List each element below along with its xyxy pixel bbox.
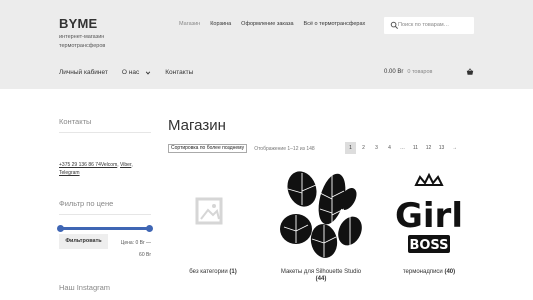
- sort-select[interactable]: Сортировка по более позднему: [168, 144, 248, 153]
- category-count: (44): [315, 276, 327, 282]
- price-range-line2: 60 Br: [139, 252, 151, 258]
- nav-item-account[interactable]: Личный кабинет: [59, 69, 108, 76]
- category-card-silhouette[interactable]: Макеты для Silhouette Studio (44): [276, 169, 366, 283]
- nav-item-about-label: О нас: [121, 69, 140, 76]
- price-range-line1: Цена: 0 Br —: [120, 240, 151, 246]
- pagination: 1 2 3 4 … 11 12 13 →: [345, 142, 460, 154]
- chevron-down-icon: [146, 70, 151, 75]
- price-filter-title: Фильтр по цене: [59, 199, 151, 215]
- topnav-item-shop[interactable]: Магазин: [179, 21, 200, 27]
- shop-toolbar: Сортировка по более позднему Отображение…: [168, 142, 474, 154]
- telegram-link[interactable]: Telegram: [59, 170, 80, 176]
- category-name: термонадписи: [402, 269, 443, 275]
- category-card-uncategorized[interactable]: без категории (1): [168, 169, 258, 276]
- site-tagline: интернет-магазин термотрансферов: [59, 34, 106, 49]
- page-12[interactable]: 12: [423, 142, 434, 154]
- contacts-text: +375 29 136 86 74Velcom, Viber, Telegram: [59, 162, 133, 176]
- shop-content: Магазин Сортировка по более позднему Ото…: [168, 117, 474, 282]
- site-title[interactable]: BYME: [59, 16, 97, 31]
- next-page-arrow[interactable]: →: [449, 142, 460, 154]
- tropical-leaves-illustration: [280, 171, 362, 258]
- category-name: Макеты для Silhouette Studio: [280, 269, 362, 275]
- topnav-item-cart[interactable]: Корзина: [210, 21, 231, 27]
- tropical-leaves-image[interactable]: [276, 169, 366, 264]
- cart-summary[interactable]: 0.00 Br 0 товаров: [384, 68, 474, 75]
- basket-icon: [466, 68, 474, 75]
- girl-boss-image[interactable]: Girl BOSS: [384, 169, 474, 264]
- sidebar: Контакты +375 29 136 86 74Velcom, Viber,…: [57, 117, 153, 292]
- price-slider-min-handle[interactable]: [57, 225, 64, 232]
- boss-lettering: BOSS: [409, 238, 448, 253]
- image-placeholder-icon: [195, 197, 223, 225]
- contacts-widget-title: Контакты: [59, 117, 151, 133]
- price-slider-max-handle[interactable]: [146, 225, 153, 232]
- price-slider[interactable]: [57, 225, 153, 232]
- placeholder-image[interactable]: [168, 169, 258, 264]
- category-count: (40): [444, 269, 456, 275]
- page-13[interactable]: 13: [436, 142, 447, 154]
- girl-lettering: Girl: [395, 196, 463, 236]
- category-card-thermo-lettering[interactable]: Girl BOSS термонадписи (40): [384, 169, 474, 276]
- nav-item-about[interactable]: О нас: [122, 69, 151, 76]
- nav-item-contacts[interactable]: Контакты: [165, 69, 193, 76]
- filter-button[interactable]: Фильтровать: [59, 234, 108, 249]
- viber-link[interactable]: Viber: [120, 162, 131, 168]
- cart-amount: 0.00 Br: [384, 69, 404, 75]
- category-name: без категории: [189, 269, 228, 275]
- page-11[interactable]: 11: [410, 142, 421, 154]
- girl-boss-lettering-artwork: Girl BOSS: [395, 172, 463, 253]
- sort-select-value: Сортировка по более позднему: [171, 145, 245, 151]
- category-label: Макеты для Silhouette Studio (44): [276, 269, 366, 283]
- category-count: (1): [229, 269, 237, 275]
- phone-link[interactable]: +375 29 136 86 74Velcom: [59, 162, 117, 168]
- top-navigation: Магазин Корзина Оформление заказа Всё о …: [179, 21, 365, 27]
- instagram-widget-title: Наш Instagram: [59, 283, 111, 292]
- page-ellipsis: …: [400, 145, 405, 151]
- page-2[interactable]: 2: [358, 142, 369, 154]
- search-placeholder: Поиск по товарам…: [398, 22, 450, 28]
- main-navigation: Личный кабинет О нас Контакты: [59, 69, 207, 76]
- search-input[interactable]: Поиск по товарам…: [384, 17, 474, 34]
- page-1: 1: [345, 142, 356, 154]
- page-title: Магазин: [168, 117, 226, 134]
- topnav-item-checkout[interactable]: Оформление заказа: [241, 21, 293, 27]
- page-4[interactable]: 4: [384, 142, 395, 154]
- category-label: без категории (1): [168, 269, 258, 276]
- result-count: Отображение 1–12 из 148: [254, 145, 315, 152]
- page-3[interactable]: 3: [371, 142, 382, 154]
- cart-count: 0 товаров: [407, 69, 433, 75]
- category-label: термонадписи (40): [384, 269, 474, 276]
- site-header: BYME интернет-магазин термотрансферов Ма…: [0, 0, 533, 89]
- price-range-text: Цена: 0 Br — 60 Br: [118, 237, 151, 261]
- topnav-item-about-transfers[interactable]: Всё о термотрансферах: [304, 21, 366, 27]
